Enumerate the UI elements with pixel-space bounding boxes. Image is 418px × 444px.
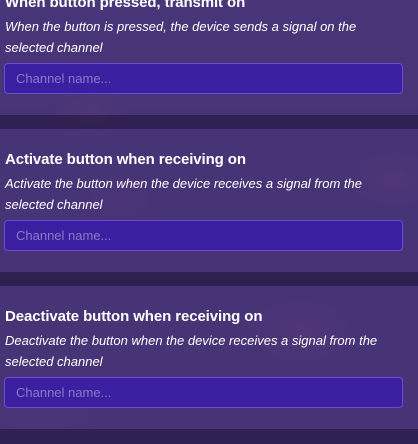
- activate-on-receive-description: Activate the button when the device rece…: [5, 176, 362, 212]
- transmit-channel-input[interactable]: [4, 63, 403, 94]
- activate-channel-input[interactable]: [4, 220, 403, 251]
- deactivate-on-receive-description: Deactivate the button when the device re…: [5, 333, 378, 369]
- section-divider: [0, 115, 418, 129]
- activate-on-receive-title: Activate button when receiving on: [5, 151, 246, 168]
- channel-settings-panel: When button pressed, transmit on When th…: [0, 0, 418, 444]
- section-divider: [0, 429, 418, 444]
- section-divider: [0, 272, 418, 286]
- transmit-on-press-description: When the button is pressed, the device s…: [5, 19, 357, 55]
- deactivate-on-receive-title: Deactivate button when receiving on: [5, 308, 263, 325]
- transmit-on-press-title: When button pressed, transmit on: [5, 0, 246, 11]
- deactivate-channel-input[interactable]: [4, 377, 403, 408]
